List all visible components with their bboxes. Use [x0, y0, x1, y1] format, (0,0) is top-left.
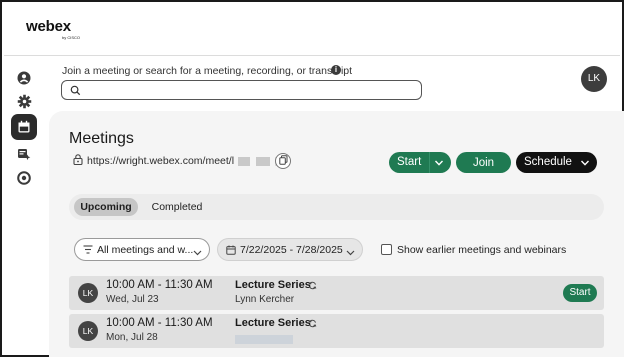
lock-icon [73, 154, 83, 168]
date-range-filter[interactable]: 7/22/2025 - 7/28/2025 [217, 238, 363, 261]
brand-name: webex [26, 18, 71, 35]
tab-upcoming[interactable]: Upcoming [74, 198, 138, 216]
calendar-icon [226, 245, 236, 258]
brand-subtitle: by CISCO [62, 35, 81, 40]
redacted-text [238, 156, 251, 166]
circle-icon[interactable] [11, 165, 37, 191]
join-button[interactable]: Join [456, 152, 511, 173]
split-divider [429, 152, 430, 173]
host-avatar: LK [78, 283, 98, 303]
redacted-text [256, 156, 271, 166]
copy-link-button[interactable] [275, 153, 291, 169]
copy-icon [278, 154, 288, 168]
redacted-text [235, 335, 293, 344]
meeting-date: Mon, Jul 28 [106, 332, 158, 343]
show-earlier-label[interactable]: Show earlier meetings and webinars [397, 244, 566, 256]
chevron-down-icon [346, 247, 355, 259]
chevron-down-icon[interactable] [580, 158, 590, 170]
info-icon[interactable]: i [331, 65, 341, 75]
search-hint: Join a meeting or search for a meeting, … [62, 65, 353, 77]
chevron-down-icon [193, 247, 202, 259]
meeting-title[interactable]: Lecture Series [235, 317, 311, 329]
webex-logo: webex by CISCO [26, 18, 80, 40]
meeting-row[interactable]: LK 10:00 AM - 11:30 AM Mon, Jul 28 Lectu… [69, 314, 604, 348]
meeting-type-value: All meetings and w... [97, 244, 194, 256]
start-label: Start [397, 156, 422, 168]
page-title: Meetings [69, 130, 134, 147]
meeting-time: 10:00 AM - 11:30 AM [106, 317, 213, 329]
recurring-icon [308, 281, 317, 293]
personal-room-link: https://wright.webex.com/meet/l [73, 154, 286, 168]
header-divider [4, 55, 620, 56]
transcript-ai-icon[interactable] [11, 141, 37, 167]
show-earlier-checkbox[interactable] [381, 244, 392, 255]
personal-room-url[interactable]: https://wright.webex.com/meet/l [87, 155, 234, 167]
schedule-label: Schedule [524, 156, 572, 168]
meeting-time: 10:00 AM - 11:30 AM [106, 279, 213, 291]
app-window: webex by CISCO Join a meeting or search … [0, 0, 624, 357]
user-avatar[interactable]: LK [581, 66, 607, 92]
filter-icon [83, 245, 93, 257]
search-icon [70, 85, 81, 99]
schedule-button[interactable]: Schedule [516, 152, 597, 173]
meeting-row[interactable]: LK 10:00 AM - 11:30 AM Wed, Jul 23 Lectu… [69, 276, 604, 310]
meeting-title[interactable]: Lecture Series [235, 279, 311, 291]
start-meeting-button[interactable]: Start [389, 152, 451, 173]
start-meeting-button[interactable]: Start [563, 284, 597, 302]
meeting-date: Wed, Jul 23 [106, 294, 159, 305]
recurring-icon [308, 319, 317, 331]
host-avatar: LK [78, 321, 98, 341]
meeting-host: Lynn Kercher [235, 294, 295, 305]
meeting-type-filter[interactable]: All meetings and w... [74, 238, 210, 261]
tab-completed[interactable]: Completed [145, 198, 209, 216]
settings-icon[interactable] [11, 88, 37, 114]
chevron-down-icon[interactable] [434, 158, 444, 170]
calendar-icon[interactable] [11, 114, 37, 140]
search-input[interactable] [61, 80, 422, 100]
date-range-value: 7/22/2025 - 7/28/2025 [240, 244, 343, 256]
